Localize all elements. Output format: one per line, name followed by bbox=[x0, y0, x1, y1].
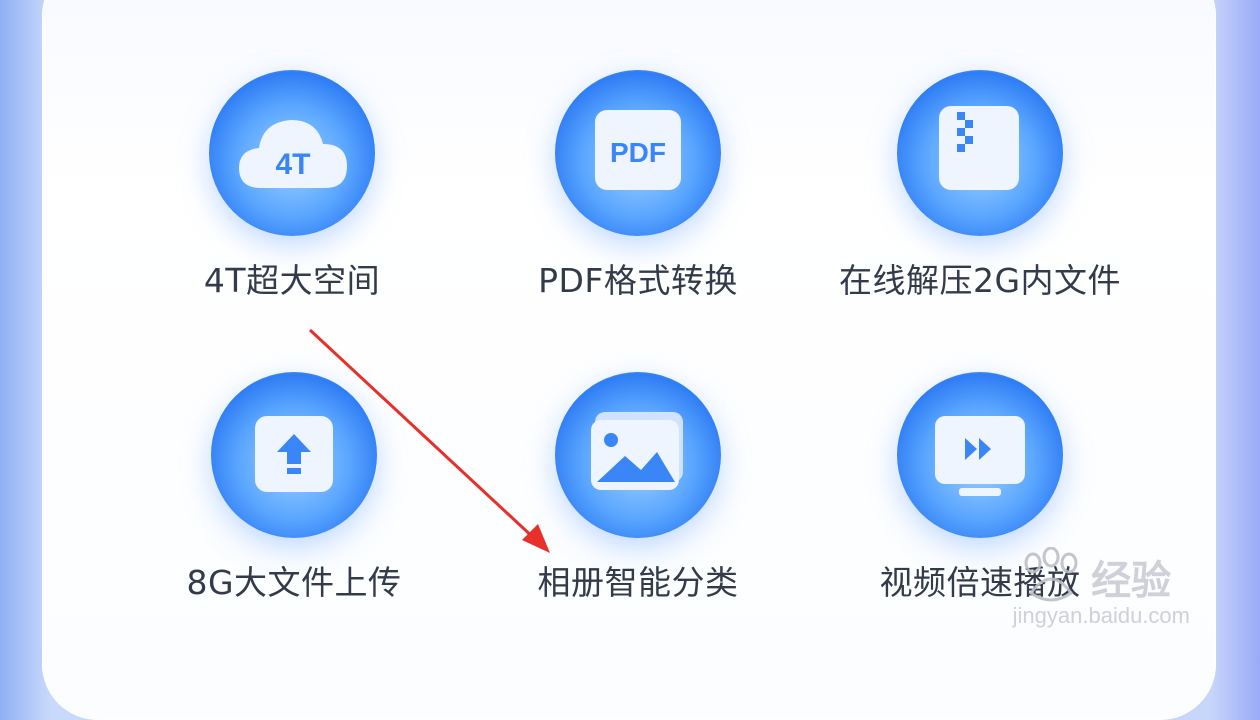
feature-label: PDF格式转换 bbox=[538, 261, 738, 300]
svg-text:PDF: PDF bbox=[610, 137, 666, 168]
feature-pdf-convert[interactable]: PDF PDF格式转换 bbox=[458, 70, 818, 350]
feature-album-classify[interactable]: 相册智能分类 bbox=[458, 372, 818, 652]
svg-text:4T: 4T bbox=[275, 148, 310, 181]
feature-unzip[interactable]: 在线解压2G内文件 bbox=[800, 70, 1160, 350]
feature-label: 4T超大空间 bbox=[203, 261, 381, 300]
feature-label: 在线解压2G内文件 bbox=[838, 261, 1122, 300]
paw-logo-icon bbox=[1024, 547, 1078, 602]
feature-label: 8G大文件上传 bbox=[186, 563, 402, 602]
feature-large-upload[interactable]: 8G大文件上传 bbox=[114, 372, 474, 652]
pdf-icon: PDF bbox=[555, 70, 721, 236]
zip-file-icon bbox=[897, 70, 1063, 236]
upload-icon bbox=[211, 372, 377, 538]
cloud-4t-icon: 4T bbox=[209, 70, 375, 236]
watermark-text: 经验 bbox=[1091, 559, 1172, 603]
feature-label: 相册智能分类 bbox=[537, 563, 739, 602]
video-play-icon bbox=[897, 372, 1063, 538]
feature-4t-storage[interactable]: 4T 4T超大空间 bbox=[112, 70, 472, 350]
album-icon bbox=[555, 372, 721, 538]
baidu-jingyan-watermark: 经验 jingyan.baidu.com bbox=[1013, 547, 1190, 629]
watermark-url: jingyan.baidu.com bbox=[1012, 603, 1190, 628]
